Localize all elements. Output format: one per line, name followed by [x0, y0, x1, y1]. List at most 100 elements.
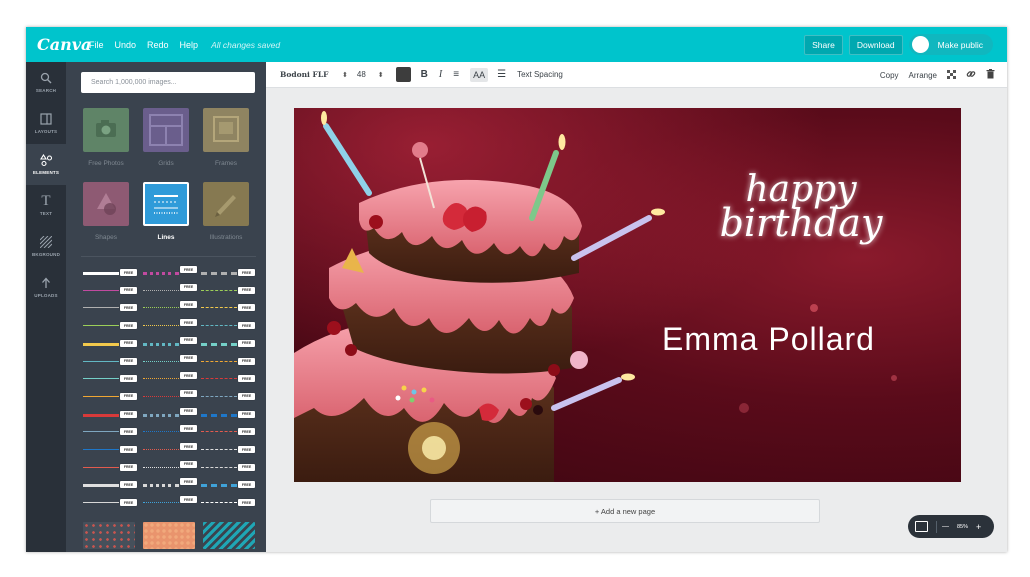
panel-divider [81, 256, 256, 257]
transparency-icon[interactable] [947, 69, 956, 81]
sidebar-item-label: SEARCH [35, 88, 57, 93]
line-sample[interactable] [83, 449, 119, 450]
search-input[interactable]: Search 1,000,000 images... [81, 72, 255, 93]
line-sample[interactable] [83, 484, 119, 488]
line-sample[interactable] [83, 360, 119, 362]
italic-icon[interactable]: I [439, 69, 442, 80]
line-sample[interactable] [201, 502, 237, 504]
line-sample[interactable] [143, 378, 179, 380]
elements-icon [39, 153, 53, 168]
line-sample[interactable] [201, 484, 237, 488]
uppercase-icon[interactable]: AA [470, 67, 489, 82]
zoom-in-button[interactable]: + [976, 522, 981, 532]
line-sample[interactable] [201, 431, 237, 433]
line-sample[interactable] [143, 449, 179, 450]
align-center-icon[interactable]: ≡ [453, 69, 459, 80]
line-sample[interactable] [143, 272, 179, 275]
headline-text[interactable]: happy birthday [686, 171, 916, 242]
sidebar-item-background[interactable]: BKGROUND [26, 226, 66, 267]
presentation-icon[interactable] [915, 521, 928, 532]
size-dropdown-icon[interactable]: ⬍ [378, 71, 384, 79]
line-sample[interactable] [201, 449, 237, 450]
line-sample[interactable] [83, 413, 119, 417]
line-sample[interactable] [83, 431, 119, 433]
line-sample[interactable] [143, 484, 179, 488]
font-size-select[interactable]: 48 [357, 70, 366, 79]
bold-icon[interactable]: B [421, 69, 428, 80]
text-color-swatch[interactable] [395, 67, 411, 82]
line-sample[interactable] [201, 466, 237, 468]
category-lines[interactable] [143, 182, 189, 226]
free-badge: FREE [120, 428, 137, 436]
make-public-toggle[interactable]: Make public [908, 34, 993, 55]
free-badge: FREE [120, 375, 137, 383]
line-sample[interactable] [83, 272, 119, 275]
line-sample[interactable] [143, 307, 179, 309]
category-illustrations[interactable] [203, 182, 249, 226]
line-sample[interactable] [201, 272, 237, 275]
free-badge: FREE [180, 425, 197, 433]
line-sample[interactable] [201, 342, 237, 346]
line-sample[interactable] [201, 360, 237, 362]
line-sample[interactable] [83, 342, 119, 346]
sidebar-item-elements[interactable]: ELEMENTS [26, 144, 66, 185]
menu-file[interactable]: File [89, 40, 104, 50]
line-sample[interactable] [83, 307, 119, 309]
list-icon[interactable]: ☰ [497, 69, 506, 80]
line-sample[interactable] [83, 289, 119, 291]
category-grids[interactable] [143, 108, 189, 152]
line-sample[interactable] [201, 289, 237, 291]
category-frames[interactable] [203, 108, 249, 152]
sidebar-item-layouts[interactable]: LAYOUTS [26, 103, 66, 144]
sidebar-item-text[interactable]: T TEXT [26, 185, 66, 226]
copy-button[interactable]: Copy [880, 71, 899, 80]
add-page-button[interactable]: + Add a new page [430, 499, 820, 523]
trash-icon[interactable] [986, 69, 995, 81]
menu-redo[interactable]: Redo [147, 40, 169, 50]
line-sample[interactable] [83, 395, 119, 397]
sidebar-item-search[interactable]: SEARCH [26, 62, 66, 103]
line-sample[interactable] [143, 413, 179, 417]
line-sample[interactable] [143, 325, 179, 327]
name-text[interactable]: Emma Pollard [662, 321, 875, 358]
line-pattern-zigzag[interactable] [203, 522, 255, 549]
line-sample[interactable] [143, 431, 179, 433]
line-sample[interactable] [201, 395, 237, 397]
font-dropdown-icon[interactable]: ⬍ [342, 71, 348, 79]
zoom-out-button[interactable]: — [942, 523, 949, 530]
line-sample[interactable] [143, 502, 179, 504]
line-sample[interactable] [143, 360, 179, 362]
font-family-select[interactable]: Bodoni FLF [280, 70, 342, 79]
line-sample[interactable] [201, 413, 237, 417]
line-sample[interactable] [143, 342, 179, 346]
category-free-photos[interactable] [83, 108, 129, 152]
line-sample[interactable] [83, 378, 119, 380]
free-badge: FREE [238, 428, 255, 436]
line-sample[interactable] [143, 289, 179, 291]
line-sample[interactable] [83, 502, 119, 504]
line-sample[interactable] [201, 307, 237, 309]
line-sample[interactable] [201, 378, 237, 380]
download-button[interactable]: Download [848, 34, 903, 55]
line-sample[interactable] [83, 325, 119, 327]
link-icon[interactable] [966, 69, 976, 81]
free-badge: FREE [180, 389, 197, 397]
design-canvas[interactable]: happy birthday Emma Pollard [294, 108, 961, 482]
toolbar-right: Copy Arrange [870, 62, 995, 88]
line-sample[interactable] [201, 325, 237, 327]
line-sample[interactable] [83, 466, 119, 468]
menu-undo[interactable]: Undo [115, 40, 137, 50]
free-badge: FREE [180, 407, 197, 415]
text-spacing-button[interactable]: Text Spacing [517, 70, 563, 79]
share-button[interactable]: Share [804, 34, 843, 55]
arrange-button[interactable]: Arrange [909, 71, 937, 80]
canva-logo[interactable]: Canva [37, 35, 91, 54]
menu-help[interactable]: Help [180, 40, 199, 50]
line-pattern-dots[interactable] [83, 522, 135, 549]
line-sample[interactable] [143, 466, 179, 468]
line-pattern-confetti[interactable] [143, 522, 195, 549]
category-shapes[interactable] [83, 182, 129, 226]
line-sample[interactable] [143, 395, 179, 397]
sidebar-item-uploads[interactable]: UPLOADS [26, 267, 66, 308]
camera-icon [96, 120, 116, 137]
